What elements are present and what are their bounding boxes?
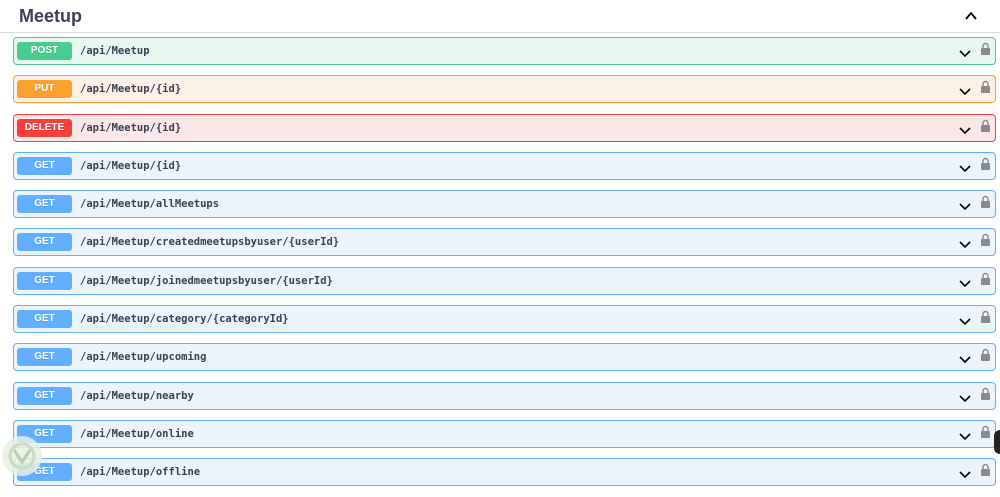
operation-path: /api/Meetup/{id}	[80, 83, 182, 96]
chevron-down-icon[interactable]	[958, 237, 972, 249]
operation-path: /api/Meetup	[80, 45, 150, 57]
operation-row[interactable]: GET /api/Meetup/allMeetups	[13, 190, 996, 219]
operation-path: /api/Meetup/allMeetups	[80, 198, 220, 211]
method-badge: DELETE	[17, 118, 72, 137]
operation-row[interactable]: POST /api/Meetup	[13, 37, 996, 65]
method-badge: GET	[17, 348, 72, 367]
chevron-down-icon[interactable]	[958, 199, 972, 211]
method-badge: GET	[17, 233, 72, 252]
operation-row[interactable]: GET /api/Meetup/createdmeetupsbyuser/{us…	[13, 228, 996, 257]
lock-icon[interactable]	[980, 157, 991, 171]
operation-row[interactable]: GET /api/Meetup/category/{categoryId}	[13, 305, 996, 334]
section-header[interactable]: Meetup	[0, 0, 1000, 33]
operation-row[interactable]: PUT /api/Meetup/{id}	[13, 75, 996, 104]
chevron-down-icon[interactable]	[958, 84, 972, 96]
lock-icon[interactable]	[980, 42, 991, 56]
chevron-up-icon[interactable]	[961, 8, 981, 24]
watermark-logo	[0, 420, 48, 477]
operation-row[interactable]: GET /api/Meetup/online	[13, 419, 996, 448]
lock-icon[interactable]	[980, 119, 991, 133]
operation-path: /api/Meetup/joinedmeetupsbyuser/{userId}	[80, 274, 333, 287]
chevron-down-icon[interactable]	[958, 161, 972, 173]
method-badge: GET	[17, 195, 72, 214]
lock-icon[interactable]	[980, 463, 991, 477]
method-badge: GET	[17, 310, 72, 329]
section-title: Meetup	[19, 6, 82, 26]
scroll-indicator[interactable]	[994, 430, 1000, 454]
operation-path: /api/Meetup/{id}	[80, 159, 182, 172]
chevron-down-icon[interactable]	[958, 467, 972, 479]
chevron-down-icon[interactable]	[958, 123, 972, 134]
operation-row[interactable]: DELETE /api/Meetup/{id}	[13, 113, 996, 142]
operation-path: /api/Meetup/offline	[80, 466, 201, 479]
method-badge: GET	[17, 386, 72, 405]
chevron-down-icon[interactable]	[958, 46, 972, 58]
lock-icon[interactable]	[980, 310, 991, 324]
chevron-down-icon[interactable]	[958, 429, 972, 441]
lock-icon[interactable]	[980, 425, 991, 439]
lock-icon[interactable]	[980, 80, 991, 94]
operation-path: /api/Meetup/{id}	[80, 121, 182, 134]
operation-path: /api/Meetup/online	[80, 427, 194, 440]
operation-row[interactable]: GET /api/Meetup/joinedmeetupsbyuser/{use…	[13, 266, 996, 295]
operation-path: /api/Meetup/createdmeetupsbyuser/{userId…	[80, 236, 340, 249]
chevron-down-icon[interactable]	[958, 391, 972, 402]
operation-row[interactable]: GET /api/Meetup/{id}	[13, 151, 996, 180]
operation-path: /api/Meetup/nearby	[80, 389, 194, 402]
method-badge: POST	[17, 42, 72, 60]
chevron-down-icon[interactable]	[958, 314, 972, 326]
method-badge: GET	[17, 271, 72, 290]
operation-path: /api/Meetup/category/{categoryId}	[80, 313, 289, 326]
chevron-down-icon[interactable]	[958, 352, 972, 364]
chevron-down-icon[interactable]	[958, 276, 972, 287]
lock-icon[interactable]	[980, 233, 991, 247]
method-badge: PUT	[17, 80, 72, 99]
operation-row[interactable]: GET /api/Meetup/offline	[13, 458, 996, 487]
operation-path: /api/Meetup/upcoming	[80, 351, 207, 364]
operation-row[interactable]: GET /api/Meetup/nearby	[13, 381, 996, 410]
operation-row[interactable]: GET /api/Meetup/upcoming	[13, 343, 996, 372]
lock-icon[interactable]	[980, 348, 991, 362]
operations-list: POST /api/Meetup PUT /api/Meetup/{id} DE…	[13, 37, 996, 497]
method-badge: GET	[17, 156, 72, 175]
lock-icon[interactable]	[980, 387, 991, 401]
lock-icon[interactable]	[980, 195, 991, 209]
lock-icon[interactable]	[980, 272, 991, 286]
